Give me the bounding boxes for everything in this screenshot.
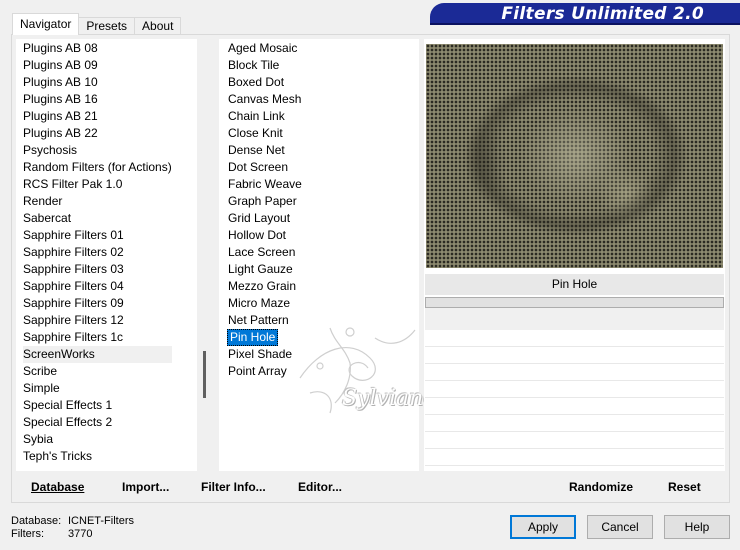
category-item[interactable]: ScreenWorks [23, 346, 172, 363]
database-value: ICNET-Filters [68, 515, 134, 527]
category-item[interactable]: Sapphire Filters 03 [23, 261, 172, 278]
category-item[interactable]: Sapphire Filters 12 [23, 312, 172, 329]
category-item[interactable]: Special Effects 1 [23, 397, 172, 414]
filter-info-button[interactable]: Filter Info... [201, 480, 266, 494]
cancel-button[interactable]: Cancel [587, 515, 653, 539]
category-item[interactable]: Plugins AB 16 [23, 91, 172, 108]
filter-item[interactable]: Lace Screen [228, 244, 302, 261]
param-row[interactable] [425, 381, 724, 398]
filter-item[interactable]: Chain Link [228, 108, 302, 125]
category-item[interactable]: Plugins AB 08 [23, 40, 172, 57]
filter-item[interactable]: Light Gauze [228, 261, 302, 278]
filter-list[interactable]: Aged Mosaic Block Tile Boxed Dot Canvas Mes… [219, 39, 419, 471]
param-row[interactable] [425, 330, 724, 347]
title-banner: Filters Unlimited 2.0 [430, 3, 740, 25]
apply-button[interactable]: Apply [510, 515, 576, 539]
import-button[interactable]: Import... [122, 480, 169, 494]
tab-navigator[interactable]: Navigator [12, 13, 80, 35]
category-list[interactable]: Plugins AB 08 Plugins AB 09 Plugins AB 10 P… [16, 39, 211, 471]
category-list-items: Plugins AB 08 Plugins AB 09 Plugins AB 10 P… [23, 40, 172, 465]
category-item[interactable]: Sapphire Filters 02 [23, 244, 172, 261]
category-item[interactable]: Sabercat [23, 210, 172, 227]
reset-button[interactable]: Reset [668, 480, 701, 494]
filter-item[interactable]: Canvas Mesh [228, 91, 302, 108]
filter-item[interactable]: Pixel Shade [228, 346, 302, 363]
tab-presets[interactable]: Presets [78, 17, 136, 35]
filter-item[interactable]: Net Pattern [228, 312, 302, 329]
tab-about[interactable]: About [134, 17, 182, 35]
param-row[interactable] [425, 415, 724, 432]
filter-item[interactable]: Close Knit [228, 125, 302, 142]
filter-item[interactable]: Grid Layout [228, 210, 302, 227]
filter-item[interactable]: Dense Net [228, 142, 302, 159]
status-info: Database: ICNET-Filters Filters: 3770 [11, 515, 134, 541]
filters-count-value: 3770 [68, 528, 93, 540]
category-item[interactable]: Random Filters (for Actions) [23, 159, 172, 176]
parameter-rows [425, 330, 724, 466]
scrollbar-thumb[interactable] [203, 351, 206, 398]
filter-item[interactable]: Fabric Weave [228, 176, 302, 193]
help-button[interactable]: Help [664, 515, 730, 539]
editor-button[interactable]: Editor... [298, 480, 342, 494]
preview-image [426, 44, 723, 268]
filter-item[interactable]: Micro Maze [228, 295, 302, 312]
database-button-label: Database [31, 480, 85, 494]
category-item[interactable]: Sapphire Filters 01 [23, 227, 172, 244]
filter-list-items: Aged Mosaic Block Tile Boxed Dot Canvas Mes… [227, 40, 302, 380]
filter-item[interactable]: Point Array [228, 363, 302, 380]
param-row[interactable] [425, 364, 724, 381]
category-item[interactable]: Scribe [23, 363, 172, 380]
category-item[interactable]: Plugins AB 09 [23, 57, 172, 74]
filter-item[interactable]: Block Tile [228, 57, 302, 74]
category-item[interactable]: Plugins AB 10 [23, 74, 172, 91]
category-item[interactable]: Sybia [23, 431, 172, 448]
database-label: Database: [11, 515, 62, 527]
param-row[interactable] [425, 347, 724, 364]
category-scrollbar[interactable] [197, 39, 213, 471]
category-item[interactable]: Sapphire Filters 1c [23, 329, 172, 346]
param-row[interactable] [425, 432, 724, 449]
filter-item[interactable]: Hollow Dot [228, 227, 302, 244]
category-item[interactable]: Simple [23, 380, 172, 397]
randomize-button[interactable]: Randomize [569, 480, 633, 494]
filter-item[interactable]: Aged Mosaic [228, 40, 302, 57]
slider-area [425, 308, 724, 330]
category-item[interactable]: Teph's Tricks [23, 448, 172, 465]
category-item[interactable]: RCS Filter Pak 1.0 [23, 176, 172, 193]
category-item[interactable]: Sapphire Filters 09 [23, 295, 172, 312]
filter-name-label: Pin Hole [425, 274, 724, 295]
filter-item[interactable]: Graph Paper [228, 193, 302, 210]
category-item[interactable]: Plugins AB 22 [23, 125, 172, 142]
banner-title: Filters Unlimited 2.0 [501, 4, 704, 24]
parameter-slider[interactable] [425, 297, 724, 308]
filters-count-label: Filters: [11, 528, 44, 540]
category-item[interactable]: Sapphire Filters 04 [23, 278, 172, 295]
filter-item[interactable]: Mezzo Grain [228, 278, 302, 295]
database-button[interactable]: Database [31, 480, 84, 494]
param-row[interactable] [425, 398, 724, 415]
category-item[interactable]: Render [23, 193, 172, 210]
category-item[interactable]: Psychosis [23, 142, 172, 159]
filter-item[interactable]: Pin Hole [227, 329, 279, 346]
tab-bar: Navigator Presets About [12, 13, 182, 35]
filter-item[interactable]: Dot Screen [228, 159, 302, 176]
param-row[interactable] [425, 449, 724, 466]
category-item[interactable]: Plugins AB 21 [23, 108, 172, 125]
category-item[interactable]: Special Effects 2 [23, 414, 172, 431]
filter-item[interactable]: Boxed Dot [228, 74, 302, 91]
